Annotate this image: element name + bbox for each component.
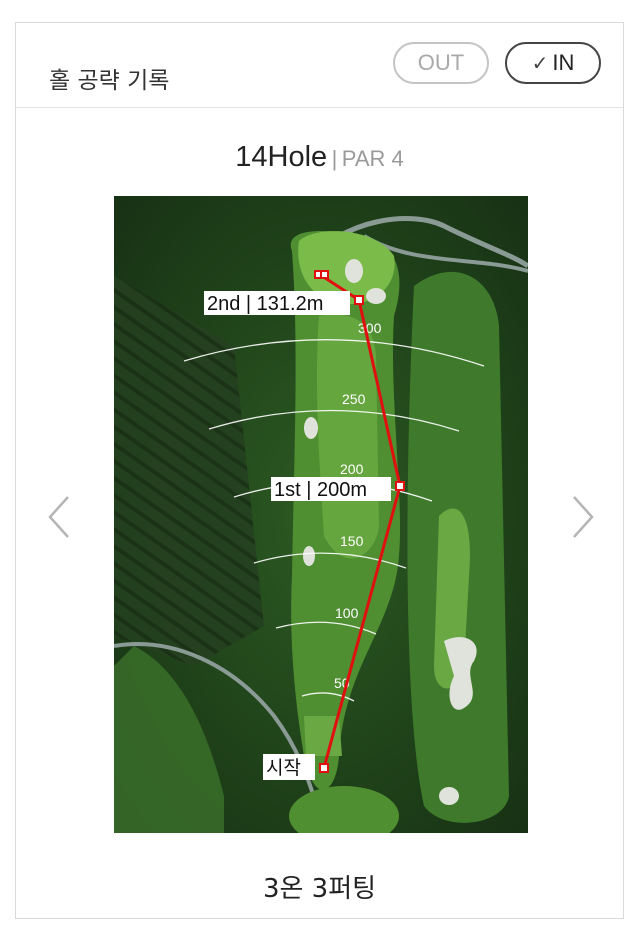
distance-label-150: 150 (340, 533, 364, 549)
hole-separator: | (331, 146, 338, 171)
bunker (345, 259, 363, 283)
card-header: 홀 공략 기록 OUT ✓ IN (16, 23, 623, 108)
page-title: 홀 공략 기록 (49, 68, 170, 94)
bunker (304, 417, 318, 439)
tab-out[interactable]: OUT (393, 42, 489, 84)
shot-marker-start[interactable] (319, 763, 329, 773)
hole-map: 300 250 200 150 100 50 2nd | 131.2m 1st … (114, 196, 528, 833)
shot-marker-1st[interactable] (395, 481, 405, 491)
tab-out-label: OUT (417, 50, 465, 75)
bunker (366, 288, 386, 304)
pin-marker (320, 270, 329, 279)
score-summary: 3온 3퍼팅 (262, 874, 377, 904)
hole-number: 14Hole (235, 141, 328, 173)
hole-info: 14Hole | PAR 4 (16, 141, 623, 174)
chevron-left-icon[interactable] (44, 493, 74, 541)
shot-label-start: 시작 (266, 757, 301, 779)
distance-label-100: 100 (335, 605, 359, 621)
bunker (303, 546, 315, 566)
shot-marker-2nd[interactable] (354, 295, 364, 305)
bunker (439, 787, 459, 805)
shot-label-2nd: 2nd | 131.2m (207, 293, 323, 315)
distance-label-300: 300 (358, 320, 382, 336)
distance-label-250: 250 (342, 391, 366, 407)
shot-label-1st: 1st | 200m (274, 479, 367, 501)
tab-in[interactable]: ✓ IN (505, 42, 601, 84)
chevron-right-icon[interactable] (568, 493, 598, 541)
hole-par: PAR 4 (341, 146, 404, 171)
tab-in-label: IN (552, 50, 575, 75)
check-icon: ✓ (531, 52, 549, 75)
distance-label-200: 200 (340, 461, 364, 477)
hole-record-card: 홀 공략 기록 OUT ✓ IN 14Hole | PAR 4 300 250 … (15, 22, 624, 919)
